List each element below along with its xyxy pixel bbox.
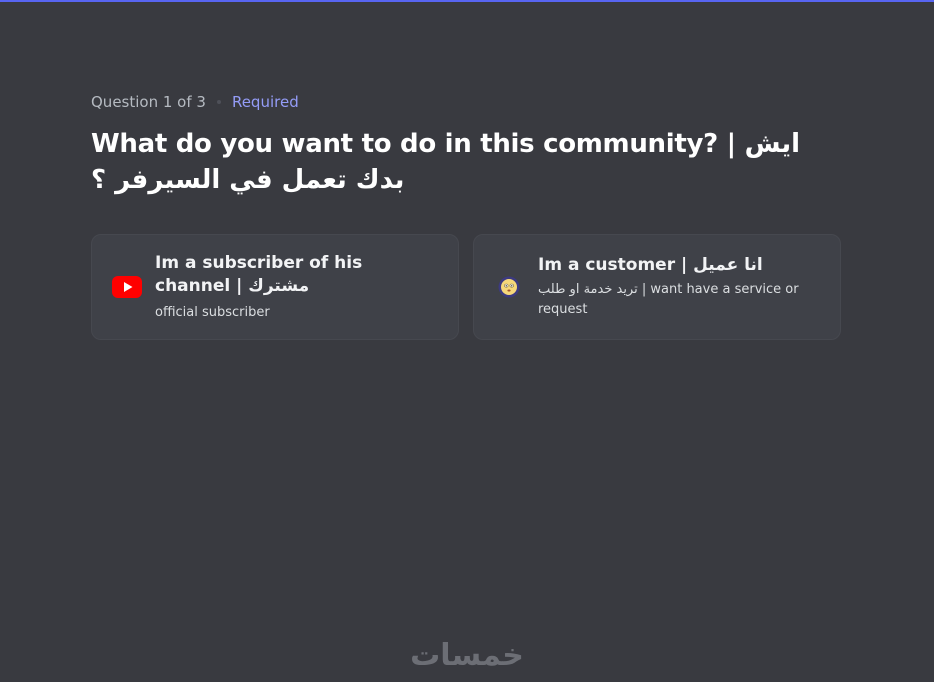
option-description: official subscriber [155, 304, 270, 320]
top-accent-bar [0, 0, 934, 2]
option-customer-text: Im a customer | انا عميل تريد خدمة او طل… [538, 254, 824, 320]
option-description: تريد خدمة او طلب | want have a service o… [538, 282, 799, 317]
smiley-face-icon [498, 272, 520, 302]
khamsat-watermark: خمسات [410, 638, 524, 673]
question-meta: Question 1 of 3 Required [91, 90, 841, 114]
option-title: Im a subscriber of his channel | مشترك [155, 252, 363, 296]
question-title: What do you want to do in this community… [91, 129, 801, 195]
youtube-icon [112, 272, 142, 302]
option-customer[interactable]: Im a customer | انا عميل تريد خدمة او طل… [473, 234, 841, 340]
options-list: Im a subscriber of his channel | مشترك o… [91, 234, 841, 340]
onboarding-question-panel: Question 1 of 3 Required What do you wan… [91, 90, 841, 340]
option-subscriber[interactable]: Im a subscriber of his channel | مشترك o… [91, 234, 459, 340]
separator-dot [216, 100, 221, 104]
question-progress: Question 1 of 3 [91, 93, 206, 111]
option-title: Im a customer | انا عميل [538, 255, 763, 275]
required-label: Required [231, 93, 299, 111]
option-subscriber-text: Im a subscriber of his channel | مشترك o… [155, 252, 442, 323]
